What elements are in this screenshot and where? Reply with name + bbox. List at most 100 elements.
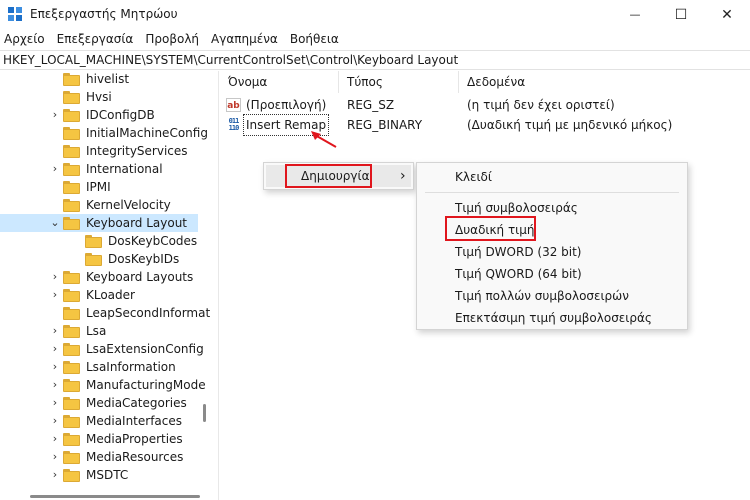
string-value-icon: ab [226, 98, 241, 112]
chevron-right-icon[interactable]: › [50, 268, 60, 286]
folder-icon [63, 415, 80, 428]
tree-item[interactable]: DosKeybCodes [0, 232, 198, 250]
folder-icon [63, 451, 80, 464]
maximize-button[interactable]: ☐ [658, 0, 704, 29]
binary-value-icon: 011 110 [228, 117, 240, 132]
tree-item-label: LsaInformation [86, 360, 176, 374]
registry-editor-icon [8, 7, 22, 21]
value-data: (Δυαδική τιμή με μηδενικό μήκος) [467, 118, 673, 132]
chevron-right-icon[interactable]: › [50, 358, 60, 376]
folder-icon [63, 199, 80, 212]
tree-item[interactable]: › LsaInformation [0, 358, 198, 376]
tree-item[interactable]: › MediaProperties [0, 430, 198, 448]
tree-item[interactable]: IntegrityServices [0, 142, 198, 160]
maximize-icon: ☐ [674, 6, 688, 23]
submenu-item-dword-value[interactable]: Τιμή DWORD (32 bit) [419, 241, 685, 263]
tree-item[interactable]: › KLoader [0, 286, 198, 304]
tree-item[interactable]: › MediaResources [0, 448, 198, 466]
tree-item-label: Keyboard Layout [86, 216, 188, 230]
highlight-box-new [285, 164, 372, 188]
menu-help[interactable]: Βοήθεια [285, 29, 344, 50]
tree-item[interactable]: › MediaCategories [0, 394, 198, 412]
submenu-arrow-icon: › [400, 168, 406, 184]
chevron-right-icon [50, 178, 60, 196]
chevron-down-icon[interactable]: ⌄ [50, 214, 60, 232]
address-path[interactable]: HKEY_LOCAL_MACHINE\SYSTEM\CurrentControl… [3, 53, 458, 67]
tree-item[interactable]: InitialMachineConfig [0, 124, 208, 142]
chevron-right-icon[interactable]: › [50, 322, 60, 340]
folder-icon [63, 433, 80, 446]
tree-item[interactable]: DosKeybIDs [0, 250, 198, 268]
chevron-right-icon[interactable]: › [50, 430, 60, 448]
tree-item[interactable]: hivelist [0, 71, 198, 88]
menu-bar: Αρχείο Επεξεργασία Προβολή Αγαπημένα Βοή… [0, 29, 750, 50]
menu-edit[interactable]: Επεξεργασία [52, 29, 139, 50]
chevron-right-icon[interactable]: › [50, 376, 60, 394]
tree-item[interactable]: › MediaInterfaces [0, 412, 198, 430]
tree-item-label: Hvsi [86, 90, 112, 104]
tree-item-label: KLoader [86, 288, 135, 302]
column-header-data[interactable]: Δεδομένα [459, 71, 750, 93]
chevron-right-icon[interactable]: › [50, 340, 60, 358]
folder-icon [63, 181, 80, 194]
chevron-right-icon[interactable]: › [50, 106, 60, 124]
new-submenu: Κλειδί Τιμή συμβολοσειράς Δυαδική τιμή Τ… [416, 162, 688, 330]
menu-favorites[interactable]: Αγαπημένα [206, 29, 283, 50]
pane-splitter[interactable] [218, 71, 219, 500]
address-bar[interactable]: HKEY_LOCAL_MACHINE\SYSTEM\CurrentControl… [0, 50, 750, 70]
tree-item[interactable]: › Lsa [0, 322, 198, 340]
tree-item[interactable]: › Keyboard Layouts [0, 268, 198, 286]
tree-item-label: LeapSecondInformat [86, 306, 211, 320]
chevron-right-icon [50, 88, 60, 106]
submenu-item-key[interactable]: Κλειδί [419, 166, 685, 188]
column-header-type[interactable]: Τύπος [339, 71, 459, 93]
folder-icon [63, 343, 80, 356]
tree-item[interactable]: ⌄ Keyboard Layout [0, 214, 198, 232]
tree-item-label: InitialMachineConfig [86, 126, 208, 140]
folder-icon [63, 307, 80, 320]
chevron-right-icon [50, 71, 60, 88]
tree-item[interactable]: › MSDTC [0, 466, 198, 484]
chevron-right-icon [72, 250, 82, 268]
minimize-button[interactable]: — [612, 0, 658, 29]
chevron-right-icon[interactable]: › [50, 466, 60, 484]
tree-item-label: MSDTC [86, 468, 129, 482]
folder-icon [63, 217, 80, 230]
menu-view[interactable]: Προβολή [140, 29, 204, 50]
tree-vertical-scrollbar[interactable] [203, 404, 206, 422]
folder-icon [63, 271, 80, 284]
submenu-item-expandable-string-value[interactable]: Επεκτάσιμη τιμή συμβολοσειράς [419, 307, 685, 329]
chevron-right-icon[interactable]: › [50, 286, 60, 304]
tree-item-label: DosKeybIDs [108, 252, 180, 266]
tree-item[interactable]: › IDConfigDB [0, 106, 198, 124]
folder-icon [63, 379, 80, 392]
registry-tree[interactable]: hivelist Hvsi › IDConfigDB InitialMachineCon… [0, 71, 211, 500]
tree-item[interactable]: › International [0, 160, 198, 178]
close-button[interactable]: ✕ [704, 0, 750, 29]
annotation-arrow-icon [311, 131, 337, 148]
tree-item[interactable]: LeapSecondInformat [0, 304, 210, 322]
tree-item-label: hivelist [86, 72, 130, 86]
tree-item[interactable]: Hvsi [0, 88, 198, 106]
chevron-right-icon[interactable]: › [50, 448, 60, 466]
tree-item[interactable]: KernelVelocity [0, 196, 198, 214]
tree-item[interactable]: IPMI [0, 178, 198, 196]
folder-icon [63, 325, 80, 338]
menu-file[interactable]: Αρχείο [0, 29, 50, 50]
tree-horizontal-scrollbar[interactable] [30, 495, 200, 498]
chevron-right-icon[interactable]: › [50, 394, 60, 412]
minimize-icon: — [629, 8, 641, 21]
submenu-item-multi-string-value[interactable]: Τιμή πολλών συμβολοσειρών [419, 285, 685, 307]
tree-item-label: ManufacturingMode [86, 378, 206, 392]
chevron-right-icon [72, 232, 82, 250]
tree-item[interactable]: › ManufacturingMode [0, 376, 206, 394]
folder-icon [63, 145, 80, 158]
submenu-item-qword-value[interactable]: Τιμή QWORD (64 bit) [419, 263, 685, 285]
chevron-right-icon[interactable]: › [50, 412, 60, 430]
context-menu: Δημιουργία › [263, 162, 414, 190]
value-row[interactable]: ab (Προεπιλογή) REG_SZ (η τιμή δεν έχει … [220, 95, 750, 115]
tree-item-label: KernelVelocity [86, 198, 171, 212]
column-header-name[interactable]: Όνομα [220, 71, 339, 93]
tree-item[interactable]: › LsaExtensionConfig [0, 340, 204, 358]
chevron-right-icon[interactable]: › [50, 160, 60, 178]
